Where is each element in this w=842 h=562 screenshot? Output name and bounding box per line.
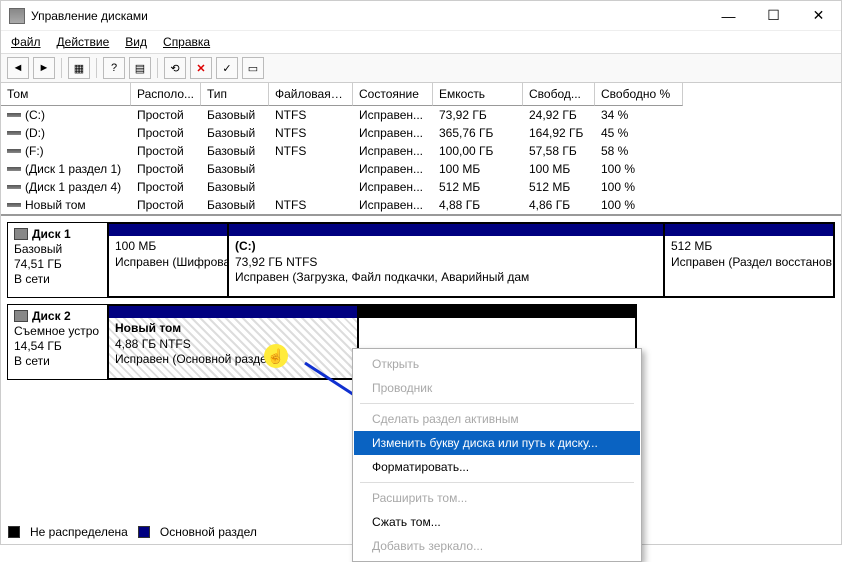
legend-unalloc-swatch <box>8 526 20 538</box>
back-button[interactable]: ◄ <box>7 57 29 79</box>
disk2-part1[interactable]: Новый том4,88 ГБ NTFSИсправен (Основной … <box>108 305 358 379</box>
view-button[interactable]: ▦ <box>68 57 90 79</box>
volume-list: Том Располо... Тип Файловая с... Состоян… <box>1 83 841 216</box>
ctx-shrink[interactable]: Сжать том... <box>354 510 640 534</box>
col-free[interactable]: Свобод... <box>523 83 595 106</box>
menu-view[interactable]: Вид <box>125 35 147 49</box>
maximize-button[interactable]: ☐ <box>751 1 796 30</box>
menu-help[interactable]: Справка <box>163 35 210 49</box>
ctx-format[interactable]: Форматировать... <box>354 455 640 479</box>
window-title: Управление дисками <box>31 9 706 23</box>
volume-header: Том Располо... Тип Файловая с... Состоян… <box>1 83 841 106</box>
ctx-extend[interactable]: Расширить том... <box>354 486 640 510</box>
refresh-icon[interactable]: ⟲ <box>164 57 186 79</box>
close-button[interactable]: ✕ <box>796 1 841 30</box>
menu-action[interactable]: Действие <box>57 35 110 49</box>
col-layout[interactable]: Располо... <box>131 83 201 106</box>
minimize-button[interactable]: — <box>706 1 751 30</box>
ctx-change-letter[interactable]: Изменить букву диска или путь к диску... <box>354 431 640 455</box>
titlebar: Управление дисками — ☐ ✕ <box>1 1 841 31</box>
col-freepct[interactable]: Свободно % <box>595 83 683 106</box>
context-menu: Открыть Проводник Сделать раздел активны… <box>352 348 642 562</box>
col-type[interactable]: Тип <box>201 83 269 106</box>
volume-row[interactable]: (F:)ПростойБазовыйNTFSИсправен...100,00 … <box>1 142 841 160</box>
ctx-mirror[interactable]: Добавить зеркало... <box>354 534 640 558</box>
volume-row[interactable]: (C:)ПростойБазовыйNTFSИсправен...73,92 Г… <box>1 106 841 124</box>
disk1-info[interactable]: Диск 1 Базовый 74,51 ГБ В сети <box>8 223 108 297</box>
disk1-part1[interactable]: 100 МБИсправен (Шифрова <box>108 223 228 297</box>
toolbar: ◄ ► ▦ ? ▤ ⟲ ✕ ✓ ▭ <box>1 54 841 83</box>
disk2-info[interactable]: Диск 2 Съемное устро 14,54 ГБ В сети <box>8 305 108 379</box>
disk1-row: Диск 1 Базовый 74,51 ГБ В сети 100 МБИсп… <box>7 222 835 298</box>
col-volume[interactable]: Том <box>1 83 131 106</box>
app-icon <box>9 8 25 24</box>
grid-icon[interactable]: ▤ <box>129 57 151 79</box>
volume-row[interactable]: (Диск 1 раздел 1)ПростойБазовыйИсправен.… <box>1 160 841 178</box>
ctx-make-active[interactable]: Сделать раздел активным <box>354 407 640 431</box>
volume-row[interactable]: (Диск 1 раздел 4)ПростойБазовыйИсправен.… <box>1 178 841 196</box>
menu-file[interactable]: Файл <box>11 35 41 49</box>
disk-icon <box>14 310 28 322</box>
menubar: Файл Действие Вид Справка <box>1 31 841 54</box>
disk1-part2[interactable]: (C:)73,92 ГБ NTFSИсправен (Загрузка, Фай… <box>228 223 664 297</box>
forward-button[interactable]: ► <box>33 57 55 79</box>
legend-primary-swatch <box>138 526 150 538</box>
help-icon[interactable]: ? <box>103 57 125 79</box>
delete-icon[interactable]: ✕ <box>190 57 212 79</box>
col-fs[interactable]: Файловая с... <box>269 83 353 106</box>
ctx-explorer[interactable]: Проводник <box>354 376 640 400</box>
disk-icon <box>14 228 28 240</box>
col-capacity[interactable]: Емкость <box>433 83 523 106</box>
volume-row[interactable]: (D:)ПростойБазовыйNTFSИсправен...365,76 … <box>1 124 841 142</box>
check-icon[interactable]: ✓ <box>216 57 238 79</box>
ctx-open[interactable]: Открыть <box>354 352 640 376</box>
disk1-part3[interactable]: 512 МБИсправен (Раздел восстанов. <box>664 223 834 297</box>
col-status[interactable]: Состояние <box>353 83 433 106</box>
list-icon[interactable]: ▭ <box>242 57 264 79</box>
legend: Не распределена Основной раздел <box>8 525 257 539</box>
pointer-cursor-icon: ☝ <box>264 344 288 368</box>
volume-row[interactable]: Новый томПростойБазовыйNTFSИсправен...4,… <box>1 196 841 214</box>
